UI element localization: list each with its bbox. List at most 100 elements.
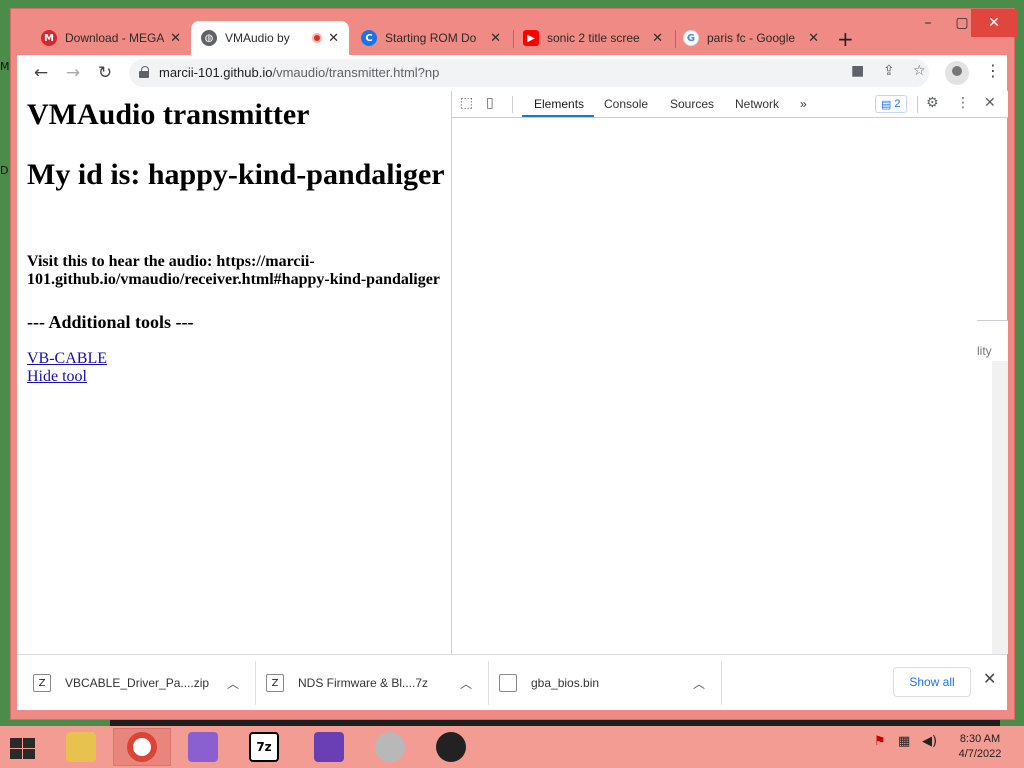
taskbar-7zip[interactable]: 7z	[235, 728, 293, 766]
url-path: /vmaudio/transmitter.html?np	[272, 65, 440, 80]
youtube-icon: ▶	[523, 30, 539, 46]
tools-heading: --- Additional tools ---	[27, 312, 194, 332]
tab-title: sonic 2 title scree	[547, 31, 640, 45]
download-shelf: Z VBCABLE_Driver_Pa....zip ︿ Z NDS Firmw…	[17, 654, 1007, 710]
7z-archive-icon: Z	[266, 674, 284, 692]
inspect-element-icon[interactable]: ⬚	[460, 95, 473, 111]
settings-gear-icon[interactable]: ⚙	[926, 95, 939, 111]
globe-icon: ◍	[201, 30, 217, 46]
forward-icon[interactable]: →	[61, 61, 85, 85]
taskbar-cat-app[interactable]	[300, 728, 358, 766]
cat-app-icon	[314, 732, 344, 762]
person-app-icon	[436, 732, 466, 762]
download-filename: VBCABLE_Driver_Pa....zip	[65, 676, 210, 690]
chevron-up-icon[interactable]: ︿	[683, 675, 715, 692]
devtools-tab-console[interactable]: Console	[604, 97, 648, 111]
devtools-tabbar: ⬚ ▯ Elements Console Sources Network » ▤…	[452, 91, 1008, 118]
close-tab-icon[interactable]: ✕	[328, 31, 339, 46]
tab-title: VMAudio by	[225, 31, 290, 45]
issues-count: 2	[894, 98, 901, 110]
tab-title: Starting ROM Do	[385, 31, 477, 45]
device-toolbar-icon[interactable]: ▯	[486, 95, 494, 111]
tab-title: paris fc - Google	[707, 31, 796, 45]
issues-icon: ▤	[881, 98, 892, 111]
download-item[interactable]: gba_bios.bin ︿	[483, 663, 715, 703]
new-tab-button[interactable]: +	[837, 27, 854, 51]
taskbar-file-explorer[interactable]	[52, 728, 110, 766]
google-icon: G	[683, 30, 699, 46]
close-devtools-icon[interactable]: ✕	[984, 95, 996, 111]
share-icon[interactable]: ⇪	[883, 63, 895, 79]
show-all-downloads-button[interactable]: Show all	[893, 667, 971, 697]
profile-avatar[interactable]	[945, 61, 969, 85]
flag-tray-icon[interactable]: ⚑	[874, 734, 886, 749]
back-icon[interactable]: ←	[29, 61, 53, 85]
lock-icon[interactable]	[139, 66, 149, 78]
volume-tray-icon[interactable]: ◀)	[922, 734, 937, 749]
chevron-up-icon[interactable]: ︿	[217, 675, 249, 692]
close-tab-icon[interactable]: ✕	[490, 31, 501, 46]
download-filename: NDS Firmware & Bl....7z	[298, 676, 429, 690]
tab-title: Download - MEGA	[65, 31, 165, 45]
windows-logo-icon	[10, 738, 22, 748]
devtools-tab-network[interactable]: Network	[735, 97, 779, 111]
side-pane-label: lity	[977, 344, 992, 358]
taskbar-speaker-app[interactable]	[361, 728, 419, 766]
close-tab-icon[interactable]: ✕	[652, 31, 663, 46]
more-tabs-icon[interactable]: »	[800, 97, 807, 111]
chevron-up-icon[interactable]: ︿	[450, 675, 482, 692]
clock-date: 4/7/2022	[958, 748, 1002, 760]
taskbar-chrome[interactable]	[113, 728, 171, 766]
start-button[interactable]	[8, 736, 36, 760]
devtools-tab-sources[interactable]: Sources	[670, 97, 714, 111]
devtools-scrollbar[interactable]	[992, 361, 1008, 654]
close-tab-icon[interactable]: ✕	[808, 31, 819, 46]
download-item[interactable]: Z VBCABLE_Driver_Pa....zip ︿	[17, 663, 249, 703]
recording-indicator-icon	[312, 33, 323, 43]
address-bar[interactable]: marcii-101.github.io/vmaudio/transmitter…	[129, 59, 929, 87]
close-tab-icon[interactable]: ✕	[170, 31, 181, 46]
bookmark-star-icon[interactable]: ☆	[913, 63, 926, 79]
windows-logo-icon	[23, 749, 35, 759]
tab-sonic[interactable]: ▶ sonic 2 title scree ✕	[513, 21, 673, 55]
taskbar-person-app[interactable]	[422, 728, 480, 766]
reload-icon[interactable]: ↻	[93, 61, 117, 85]
network-tray-icon[interactable]: ▦	[898, 734, 910, 749]
devtools-tab-elements[interactable]: Elements	[534, 97, 584, 111]
taskbar: 7z ⚑ ▦ ◀) 8:30 AM 4/7/2022	[0, 726, 1024, 768]
file-icon	[499, 674, 517, 692]
devtools-menu-icon[interactable]: ⋮	[956, 95, 970, 111]
file-explorer-icon	[66, 732, 96, 762]
issues-badge[interactable]: ▤ 2	[875, 95, 907, 113]
url-text[interactable]: marcii-101.github.io/vmaudio/transmitter…	[159, 65, 439, 80]
tab-strip: M Download - MEGA ✕ ◍ VMAudio by ✕ C Sta…	[17, 21, 1007, 55]
download-filename: gba_bios.bin	[531, 676, 600, 690]
url-host: marcii-101.github.io	[159, 65, 273, 80]
taskbar-app[interactable]	[174, 728, 232, 766]
browser-window: – ▢ ✕ M Download - MEGA ✕ ◍ VMAudio by ✕…	[10, 8, 1017, 720]
camera-icon[interactable]: ■	[851, 63, 864, 79]
clock-time: 8:30 AM	[959, 733, 1001, 745]
menu-icon[interactable]: ⋮	[985, 61, 1001, 80]
download-item[interactable]: Z NDS Firmware & Bl....7z ︿	[250, 663, 482, 703]
windows-logo-icon	[10, 749, 22, 759]
page-viewport: VMAudio transmitter My id is: happy-kind…	[17, 91, 451, 654]
zip-archive-icon: Z	[33, 674, 51, 692]
receiver-instructions: Visit this to hear the audio: https://ma…	[27, 253, 440, 288]
tab-vmaudio[interactable]: ◍ VMAudio by ✕	[191, 21, 349, 55]
tab-paris-fc[interactable]: G paris fc - Google ✕	[673, 21, 829, 55]
vb-cable-link[interactable]: VB-CABLE	[27, 350, 107, 368]
tab-mega[interactable]: M Download - MEGA ✕	[31, 21, 191, 55]
tab-starting-rom[interactable]: C Starting ROM Do ✕	[351, 21, 511, 55]
system-clock[interactable]: 8:30 AM 4/7/2022	[950, 732, 1010, 762]
mega-icon: M	[41, 30, 57, 46]
app-icon	[188, 732, 218, 762]
devtools-separator	[917, 96, 918, 113]
download-separator	[721, 661, 722, 705]
hide-tool-link[interactable]: Hide tool	[27, 368, 87, 386]
chrome-icon	[127, 732, 157, 762]
close-shelf-icon[interactable]: ✕	[983, 669, 996, 688]
id-heading: My id is: happy-kind-pandaliger	[27, 158, 445, 191]
desktop-icon-label: M	[0, 60, 10, 73]
page-title: VMAudio transmitter	[27, 98, 310, 131]
